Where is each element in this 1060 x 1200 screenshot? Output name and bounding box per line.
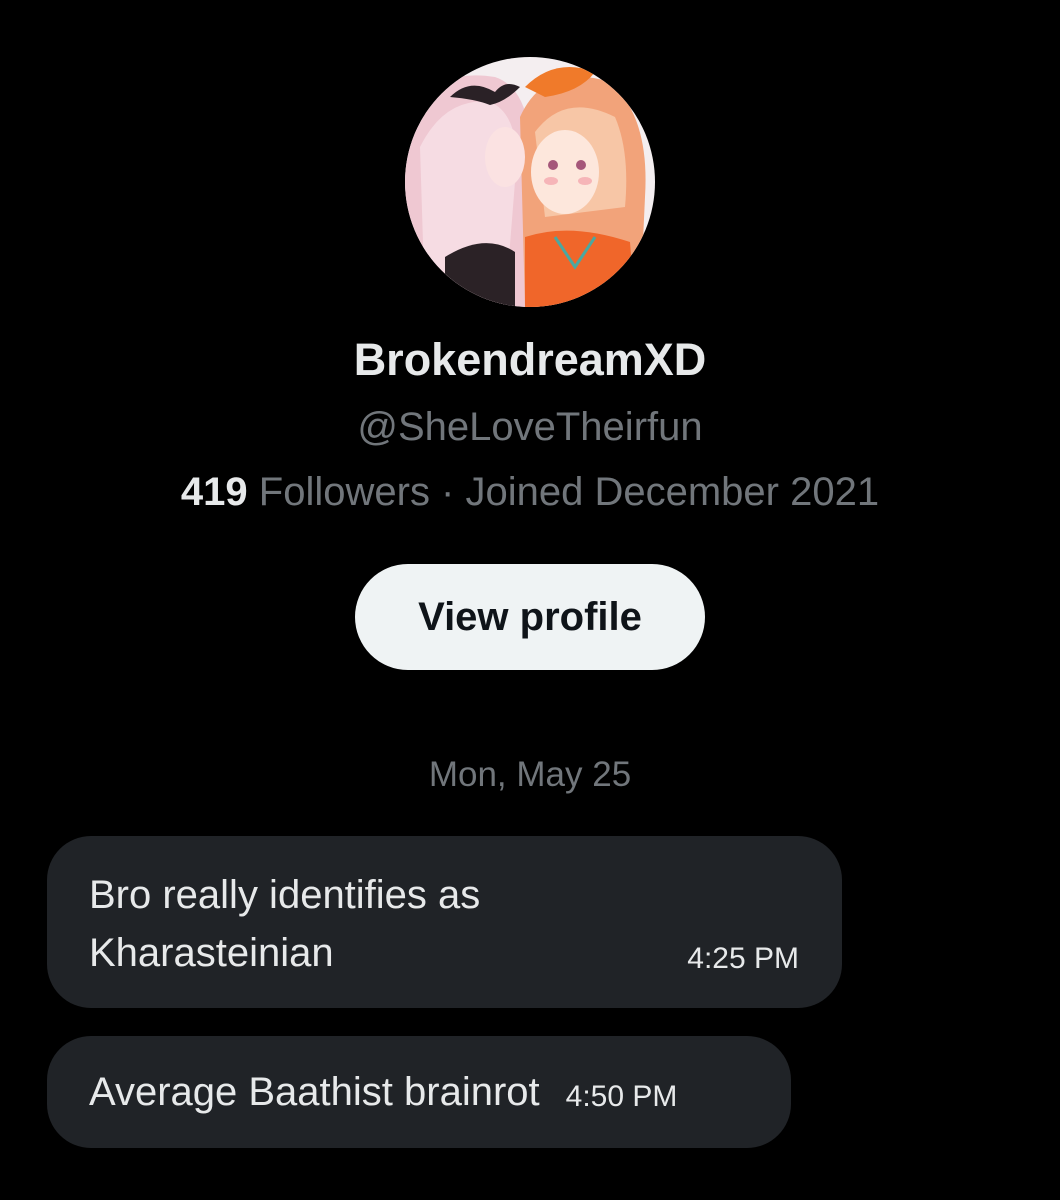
user-handle: @SheLoveTheirfun <box>357 405 703 449</box>
avatar-image <box>405 57 655 307</box>
view-profile-button[interactable]: View profile <box>355 564 705 670</box>
message-bubble[interactable]: Bro really identifies as Kharasteinian 4… <box>47 836 842 1008</box>
message-text: Average Baathist brainrot <box>89 1069 540 1114</box>
followers-joined-label: Followers · Joined December 2021 <box>247 470 880 514</box>
message-timestamp: 4:25 PM <box>687 942 799 975</box>
message-bubble[interactable]: Average Baathist brainrot 4:50 PM <box>47 1036 791 1148</box>
message-text: Bro really identifies as Kharasteinian <box>89 873 481 975</box>
display-name: BrokendreamXD <box>353 334 707 385</box>
profile-meta: 419 Followers · Joined December 2021 <box>0 465 1060 519</box>
followers-count: 419 <box>180 470 248 514</box>
message-timestamp: 4:50 PM <box>565 1080 678 1113</box>
date-separator: Mon, May 25 <box>428 755 632 794</box>
avatar[interactable] <box>405 57 655 307</box>
